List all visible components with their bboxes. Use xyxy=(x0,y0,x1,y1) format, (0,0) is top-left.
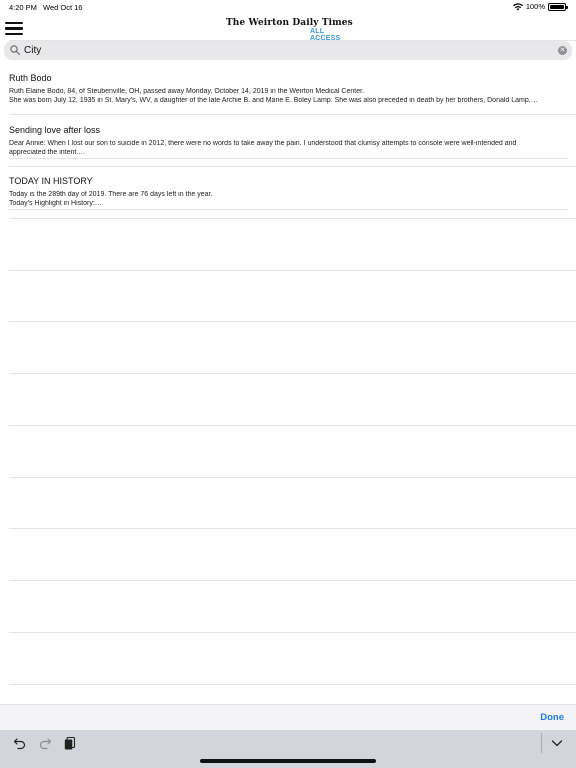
result-underline xyxy=(9,158,568,159)
search-bar: ✕ xyxy=(4,41,572,60)
snippet-line: Today is the 289th day of 2019. There ar… xyxy=(9,191,213,198)
row-divider xyxy=(9,425,576,426)
row-divider xyxy=(9,40,576,41)
newspaper-logo: The Weirton Daily Times ALL ACCESS xyxy=(226,18,353,42)
status-time: 4:20 PM xyxy=(9,3,37,12)
hamburger-menu-icon[interactable] xyxy=(5,22,23,35)
clear-search-icon[interactable]: ✕ xyxy=(558,46,567,55)
battery-icon xyxy=(548,2,568,11)
search-input[interactable] xyxy=(24,43,544,58)
row-divider xyxy=(9,580,576,581)
result-underline xyxy=(9,209,568,210)
app-header: The Weirton Daily Times ALL ACCESS xyxy=(0,14,576,42)
result-snippet: Ruth Elaine Bodo, 84, of Steubenville, O… xyxy=(9,88,568,105)
row-divider xyxy=(9,632,576,633)
paste-icon[interactable] xyxy=(63,736,77,750)
status-bar: 4:20 PM Wed Oct 16 100% xyxy=(0,0,576,14)
row-divider xyxy=(9,373,576,374)
undo-icon[interactable] xyxy=(13,736,27,750)
done-button[interactable]: Done xyxy=(540,712,564,723)
home-indicator xyxy=(200,759,376,763)
result-item[interactable]: Ruth Bodo Ruth Elaine Bodo, 84, of Steub… xyxy=(9,73,568,105)
status-right: 100% xyxy=(512,2,568,11)
snippet-line: Dear Annie: When I lost our son to suici… xyxy=(9,140,517,147)
wifi-icon xyxy=(512,2,523,10)
snippet-line: appreciated the intent.… xyxy=(9,148,86,156)
snippet-line: Ruth Elaine Bodo, 84, of Steubenville, O… xyxy=(9,88,365,95)
result-item[interactable]: TODAY IN HISTORY Today is the 289th day … xyxy=(9,176,568,210)
keyboard-accessory-bar: Done xyxy=(0,704,576,730)
result-title: Ruth Bodo xyxy=(9,73,52,83)
row-divider xyxy=(9,270,576,271)
redo-icon[interactable] xyxy=(38,736,52,750)
row-divider xyxy=(9,114,576,115)
row-divider xyxy=(9,477,576,478)
toolbar-separator xyxy=(541,733,542,753)
row-divider xyxy=(9,321,576,322)
logo-title: The Weirton Daily Times xyxy=(226,18,353,28)
result-title: TODAY IN HISTORY xyxy=(9,176,93,186)
search-icon xyxy=(10,45,20,55)
row-divider xyxy=(9,218,576,219)
row-divider xyxy=(9,684,576,685)
battery-percent: 100% xyxy=(525,2,545,11)
result-item[interactable]: Sending love after loss Dear Annie: When… xyxy=(9,125,568,159)
status-date: Wed Oct 16 xyxy=(43,3,83,12)
dismiss-keyboard-icon[interactable] xyxy=(550,736,564,750)
result-snippet: Dear Annie: When I lost our son to suici… xyxy=(9,140,568,157)
snippet-line: Today's Highlight in History:… xyxy=(9,199,102,207)
result-snippet: Today is the 289th day of 2019. There ar… xyxy=(9,191,568,208)
result-title: Sending love after loss xyxy=(9,125,101,135)
row-divider xyxy=(9,528,576,529)
row-divider xyxy=(9,166,576,167)
snippet-line: She was born July 12, 1935 in St. Mary's… xyxy=(9,96,538,104)
